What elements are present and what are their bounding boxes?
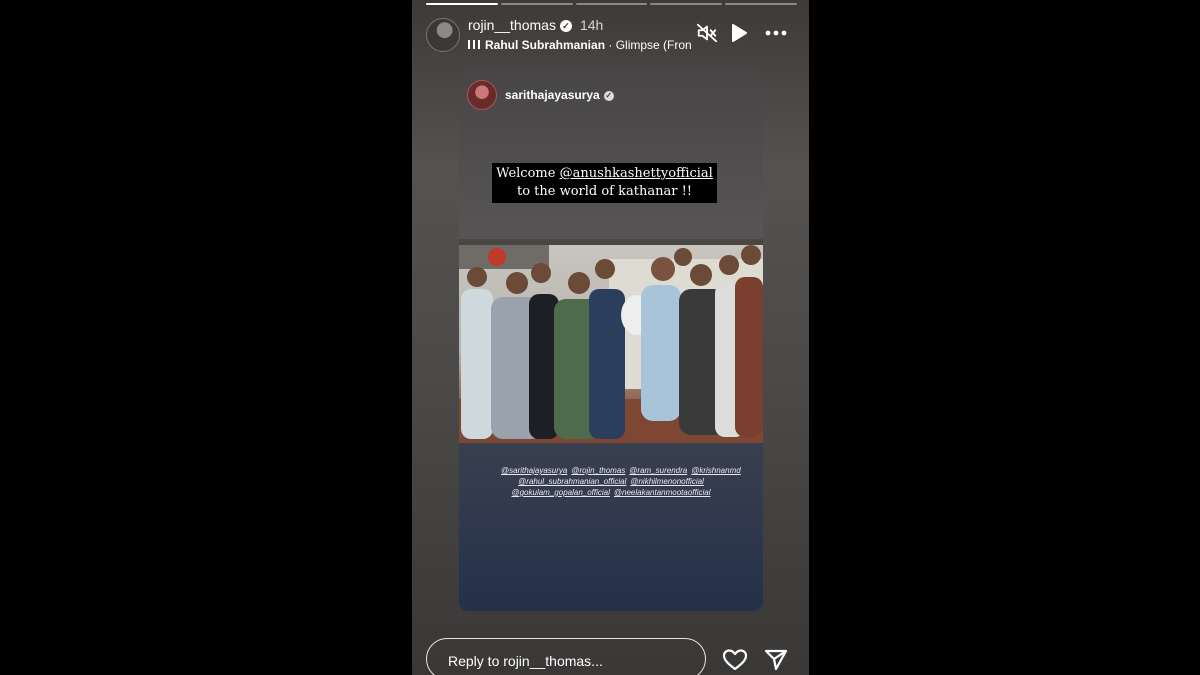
like-button[interactable] <box>722 648 748 675</box>
post-tags: @sarithajayasurya @rojin_thomas @ram_suren… <box>499 465 741 498</box>
shared-post-card[interactable]: sarithajayasurya ✓ Welcome @anushkashetty… <box>459 70 763 611</box>
shared-post-username[interactable]: sarithajayasurya <box>505 88 600 102</box>
verified-icon: ✓ <box>603 91 614 101</box>
verified-icon: ✓ <box>559 20 572 32</box>
music-artist: Rahul Subrahmanian <box>485 38 606 52</box>
play-icon <box>732 24 747 42</box>
tag-link[interactable]: @ram_surendra <box>629 466 687 475</box>
story-progress <box>426 3 797 5</box>
heart-icon <box>722 649 748 671</box>
send-icon <box>764 649 788 671</box>
caption-mention[interactable]: @anushkashettyofficial <box>560 166 713 181</box>
caption-line2: to the world of kathanar !! <box>516 184 693 199</box>
tag-link[interactable]: @sarithajayasurya <box>501 466 567 475</box>
story-header: rojin__thomas ✓ 14h <box>468 17 603 33</box>
tag-link[interactable]: @krishnanmd <box>691 466 740 475</box>
tag-link[interactable]: @nikhilmenonofficial <box>630 477 704 486</box>
send-button[interactable] <box>764 648 788 675</box>
avatar[interactable] <box>426 18 460 52</box>
tag-link[interactable]: @neelakantanmootaofficial <box>614 488 711 497</box>
mute-icon <box>696 23 718 43</box>
post-caption: Welcome @anushkashettyofficial to the wo… <box>492 163 717 203</box>
tag-link[interactable]: @rojin_thomas <box>571 466 625 475</box>
more-button[interactable] <box>764 22 788 49</box>
progress-segment <box>575 3 648 5</box>
music-info[interactable]: Rahul Subrahmanian · Glimpse (Fron <box>468 38 698 52</box>
music-track: Glimpse (Fron <box>615 38 692 52</box>
shared-post-avatar[interactable] <box>467 80 497 110</box>
story-username[interactable]: rojin__thomas <box>468 17 556 33</box>
play-button[interactable] <box>729 22 749 49</box>
progress-segment <box>426 3 498 5</box>
caption-prefix: Welcome <box>496 166 560 181</box>
tag-link[interactable]: @rahul_subrahmanian_official <box>518 477 626 486</box>
more-icon <box>765 30 787 36</box>
story-viewer[interactable]: rojin__thomas ✓ 14h Rahul Subrahmanian · G… <box>412 0 809 675</box>
mute-button[interactable] <box>696 22 718 49</box>
reply-input[interactable]: Reply to rojin__thomas... <box>426 638 706 675</box>
progress-segment <box>650 3 723 5</box>
tag-link[interactable]: @gokulam_gopalan_official <box>511 488 609 497</box>
group-photo-illustration <box>459 239 763 443</box>
post-photo <box>459 239 763 443</box>
story-time: 14h <box>579 17 604 33</box>
progress-segment <box>725 3 797 5</box>
shared-post-header: sarithajayasurya ✓ <box>505 88 614 102</box>
reply-placeholder: Reply to rojin__thomas... <box>448 653 603 669</box>
progress-segment <box>500 3 573 5</box>
music-equalizer-icon <box>468 40 480 49</box>
